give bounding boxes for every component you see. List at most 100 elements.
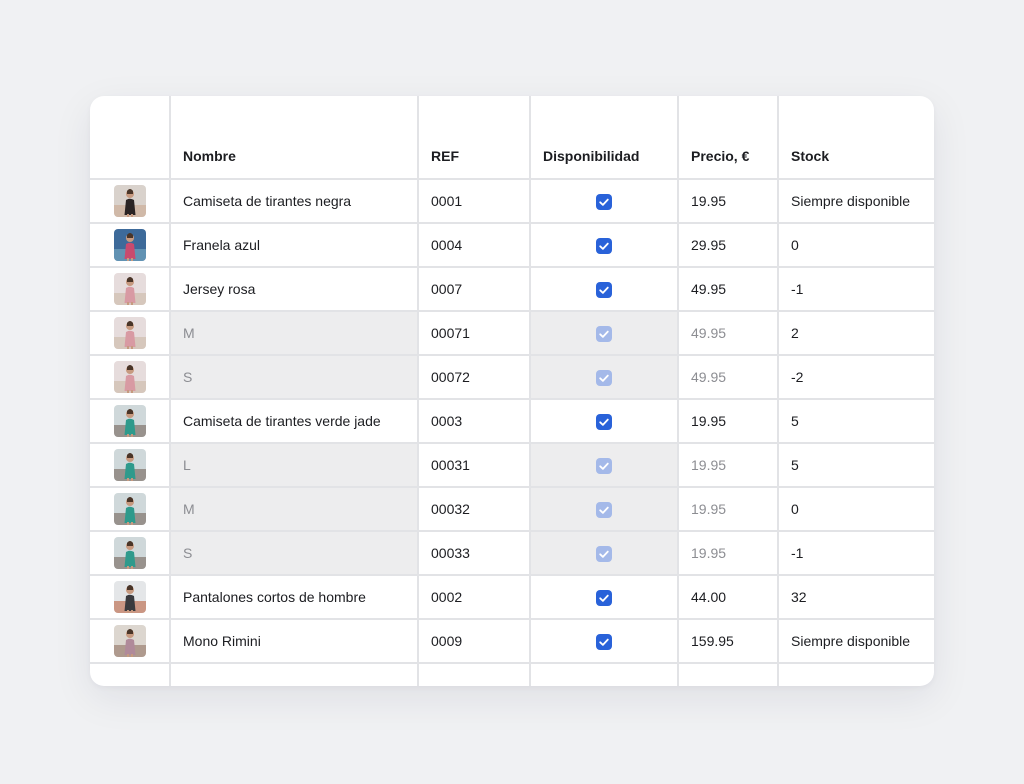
- table-row-variant[interactable]: S 00072 49.95 -2: [90, 355, 934, 400]
- stock-cell[interactable]: 5: [778, 443, 934, 488]
- thumbnail-cell[interactable]: [90, 223, 171, 268]
- price-cell[interactable]: 44.00: [678, 575, 779, 620]
- thumbnail-cell[interactable]: [90, 443, 171, 488]
- price-cell[interactable]: 19.95: [678, 487, 779, 532]
- empty-cell[interactable]: [418, 663, 531, 686]
- stock-cell[interactable]: Siempre disponible: [778, 179, 934, 224]
- availability-checkbox[interactable]: [596, 193, 612, 210]
- stock-cell[interactable]: Siempre disponible: [778, 619, 934, 664]
- thumbnail-cell[interactable]: [90, 355, 171, 400]
- availability-cell[interactable]: [530, 179, 679, 224]
- empty-cell[interactable]: [530, 663, 679, 686]
- price-cell[interactable]: 19.95: [678, 399, 779, 444]
- availability-checkbox[interactable]: [596, 589, 612, 606]
- price-cell[interactable]: 19.95: [678, 531, 779, 576]
- table-row[interactable]: Pantalones cortos de hombre 0002 44.00 3…: [90, 575, 934, 620]
- availability-cell[interactable]: [530, 531, 679, 576]
- ref-cell[interactable]: 00031: [418, 443, 531, 488]
- price-cell[interactable]: 19.95: [678, 443, 779, 488]
- price-cell[interactable]: 159.95: [678, 619, 779, 664]
- ref-cell[interactable]: 0004: [418, 223, 531, 268]
- availability-checkbox[interactable]: [596, 633, 612, 650]
- thumbnail-cell[interactable]: [90, 179, 171, 224]
- availability-cell[interactable]: [530, 619, 679, 664]
- stock-cell[interactable]: -1: [778, 267, 934, 312]
- thumbnail-cell[interactable]: [90, 575, 171, 620]
- empty-cell[interactable]: [90, 663, 171, 686]
- empty-cell[interactable]: [778, 663, 934, 686]
- availability-cell[interactable]: [530, 443, 679, 488]
- header-name[interactable]: Nombre: [170, 96, 419, 180]
- thumbnail-cell[interactable]: [90, 399, 171, 444]
- availability-cell[interactable]: [530, 487, 679, 532]
- thumbnail-cell[interactable]: [90, 267, 171, 312]
- thumbnail-cell[interactable]: [90, 619, 171, 664]
- empty-cell[interactable]: [678, 663, 779, 686]
- ref-cell[interactable]: 0002: [418, 575, 531, 620]
- name-cell[interactable]: Camiseta de tirantes negra: [170, 179, 419, 224]
- header-image[interactable]: [90, 96, 171, 180]
- table-row-empty[interactable]: [90, 663, 934, 686]
- header-price[interactable]: Precio, €: [678, 96, 779, 180]
- price-cell[interactable]: 19.95: [678, 179, 779, 224]
- availability-checkbox[interactable]: [596, 325, 612, 342]
- thumbnail-cell[interactable]: [90, 311, 171, 356]
- thumbnail-cell[interactable]: [90, 531, 171, 576]
- table-row-variant[interactable]: S 00033 19.95 -1: [90, 531, 934, 576]
- table-row-variant[interactable]: L 00031 19.95 5: [90, 443, 934, 488]
- availability-cell[interactable]: [530, 355, 679, 400]
- availability-checkbox[interactable]: [596, 281, 612, 298]
- price-cell[interactable]: 49.95: [678, 355, 779, 400]
- name-cell[interactable]: Franela azul: [170, 223, 419, 268]
- table-row[interactable]: Mono Rimini 0009 159.95 Siempre disponib…: [90, 619, 934, 664]
- name-cell[interactable]: S: [170, 531, 419, 576]
- availability-cell[interactable]: [530, 399, 679, 444]
- name-cell[interactable]: L: [170, 443, 419, 488]
- availability-checkbox[interactable]: [596, 237, 612, 254]
- name-cell[interactable]: S: [170, 355, 419, 400]
- stock-cell[interactable]: 0: [778, 487, 934, 532]
- stock-cell[interactable]: -1: [778, 531, 934, 576]
- name-cell[interactable]: Pantalones cortos de hombre: [170, 575, 419, 620]
- stock-cell[interactable]: 2: [778, 311, 934, 356]
- stock-cell[interactable]: 32: [778, 575, 934, 620]
- ref-cell[interactable]: 0009: [418, 619, 531, 664]
- availability-cell[interactable]: [530, 311, 679, 356]
- ref-cell[interactable]: 00072: [418, 355, 531, 400]
- table-row-variant[interactable]: M 00071 49.95 2: [90, 311, 934, 356]
- table-row-variant[interactable]: M 00032 19.95 0: [90, 487, 934, 532]
- name-cell[interactable]: Jersey rosa: [170, 267, 419, 312]
- thumbnail-cell[interactable]: [90, 487, 171, 532]
- name-cell[interactable]: Mono Rimini: [170, 619, 419, 664]
- availability-checkbox[interactable]: [596, 413, 612, 430]
- availability-cell[interactable]: [530, 575, 679, 620]
- table-row[interactable]: Jersey rosa 0007 49.95 -1: [90, 267, 934, 312]
- price-cell[interactable]: 29.95: [678, 223, 779, 268]
- stock-cell[interactable]: 0: [778, 223, 934, 268]
- ref-cell[interactable]: 00033: [418, 531, 531, 576]
- name-cell[interactable]: Camiseta de tirantes verde jade: [170, 399, 419, 444]
- ref-cell[interactable]: 0007: [418, 267, 531, 312]
- price-cell[interactable]: 49.95: [678, 311, 779, 356]
- header-stock[interactable]: Stock: [778, 96, 934, 180]
- name-cell[interactable]: M: [170, 311, 419, 356]
- availability-cell[interactable]: [530, 267, 679, 312]
- ref-cell[interactable]: 00032: [418, 487, 531, 532]
- stock-cell[interactable]: 5: [778, 399, 934, 444]
- ref-cell[interactable]: 00071: [418, 311, 531, 356]
- name-cell[interactable]: M: [170, 487, 419, 532]
- availability-checkbox[interactable]: [596, 545, 612, 562]
- availability-checkbox[interactable]: [596, 501, 612, 518]
- empty-cell[interactable]: [170, 663, 419, 686]
- table-row[interactable]: Camiseta de tirantes negra 0001 19.95 Si…: [90, 179, 934, 224]
- header-availability[interactable]: Disponibilidad: [530, 96, 679, 180]
- ref-cell[interactable]: 0001: [418, 179, 531, 224]
- ref-cell[interactable]: 0003: [418, 399, 531, 444]
- stock-cell[interactable]: -2: [778, 355, 934, 400]
- availability-checkbox[interactable]: [596, 369, 612, 386]
- header-ref[interactable]: REF: [418, 96, 531, 180]
- table-row[interactable]: Franela azul 0004 29.95 0: [90, 223, 934, 268]
- availability-checkbox[interactable]: [596, 457, 612, 474]
- availability-cell[interactable]: [530, 223, 679, 268]
- price-cell[interactable]: 49.95: [678, 267, 779, 312]
